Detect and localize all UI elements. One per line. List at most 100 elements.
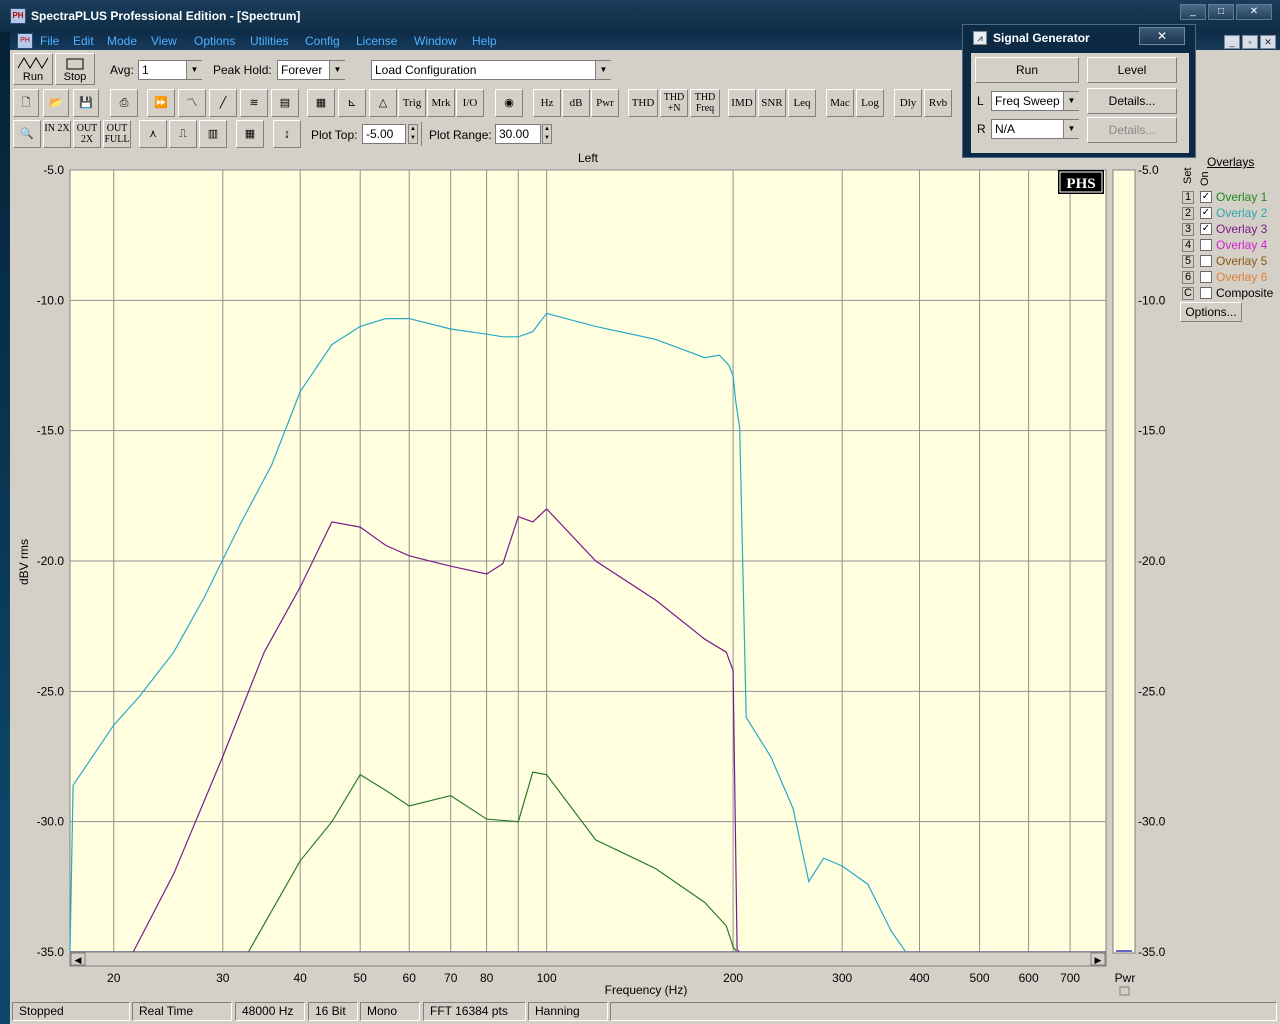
y-tick-label-right: -5.0 bbox=[1138, 163, 1159, 177]
overlay-checkbox[interactable]: ✓ bbox=[1200, 207, 1212, 219]
channel-label: Left bbox=[578, 151, 599, 165]
generator-run-button[interactable]: Run bbox=[975, 57, 1079, 83]
menu-help[interactable]: Help bbox=[472, 34, 497, 48]
mdi-restore-button[interactable]: ▫ bbox=[1242, 35, 1258, 49]
fast-forward-icon-button[interactable]: ⏩ bbox=[147, 89, 175, 117]
vertical-range-button[interactable]: ↨ bbox=[273, 120, 301, 148]
overlay-set-button[interactable]: 3 bbox=[1182, 223, 1194, 236]
menu-license[interactable]: License bbox=[356, 34, 397, 48]
menu-mode[interactable]: Mode bbox=[107, 34, 137, 48]
overlays-header[interactable]: Overlays bbox=[1207, 155, 1254, 169]
thd-n-button[interactable]: THD +N bbox=[660, 89, 688, 117]
x-tick-label: 40 bbox=[293, 971, 307, 985]
plot-top-input[interactable]: -5.00 bbox=[362, 124, 406, 144]
dly-button[interactable]: Dly bbox=[894, 89, 922, 117]
waveform-mode-button[interactable]: 〽 bbox=[178, 89, 206, 117]
plot-range-input[interactable]: 30.00 bbox=[495, 124, 541, 144]
line-mode-button[interactable]: ╱ bbox=[209, 89, 237, 117]
load-configuration-select[interactable]: Load Configuration ▼ bbox=[371, 60, 611, 80]
left-generator-select[interactable]: Freq Sweep ▼ bbox=[991, 91, 1079, 111]
mac-button[interactable]: Mac bbox=[826, 89, 854, 117]
print-button[interactable]: ⎙ bbox=[110, 89, 138, 117]
overlay-checkbox[interactable] bbox=[1200, 271, 1212, 283]
zoom-magnifier-button[interactable]: 🔍 bbox=[13, 120, 41, 148]
peak-hold-select[interactable]: Forever ▼ bbox=[277, 60, 345, 80]
overlay-set-button[interactable]: C bbox=[1182, 287, 1194, 300]
bar-shape-button[interactable]: ▥ bbox=[199, 120, 227, 148]
signal-generator-window: ⩘ Signal Generator ✕ Run Level L Freq Sw… bbox=[962, 24, 1196, 158]
hz-button[interactable]: Hz bbox=[533, 89, 561, 117]
overlay-set-button[interactable]: 2 bbox=[1182, 207, 1194, 220]
imd-button[interactable]: IMD bbox=[728, 89, 756, 117]
settings-panel-button[interactable]: ▦ bbox=[307, 89, 335, 117]
peak-shape-button[interactable]: ⋏ bbox=[139, 120, 167, 148]
rvb-button[interactable]: Rvb bbox=[924, 89, 952, 117]
thd-freq-button[interactable]: THD Freq bbox=[690, 89, 720, 117]
toolbar-divider bbox=[421, 122, 422, 146]
log-button[interactable]: Log bbox=[856, 89, 884, 117]
y-tick-label-right: -30.0 bbox=[1138, 815, 1166, 829]
minimize-button[interactable]: _ bbox=[1180, 4, 1206, 20]
y-tick-label: -30.0 bbox=[37, 815, 65, 829]
close-button[interactable]: ✕ bbox=[1236, 4, 1272, 20]
spectrum-plot[interactable]: Left -5.0-10.0-15.0-20.0-25.0-30.0-35.0 … bbox=[10, 150, 1280, 1000]
new-file-button[interactable]: 🗋 bbox=[13, 89, 39, 117]
trig-button[interactable]: Trig bbox=[398, 89, 426, 117]
menu-view[interactable]: View bbox=[151, 34, 177, 48]
left-details-button[interactable]: Details... bbox=[1087, 88, 1177, 114]
menu-config[interactable]: Config bbox=[305, 34, 340, 48]
maximize-button[interactable]: □ bbox=[1208, 4, 1234, 20]
overlay-options-button[interactable]: Options... bbox=[1180, 302, 1242, 322]
pwr-button[interactable]: Pwr bbox=[591, 89, 619, 117]
panel-settings-button[interactable]: ▦ bbox=[236, 120, 264, 148]
spectrogram-mode-button[interactable]: ▤ bbox=[271, 89, 299, 117]
leq-button[interactable]: Leq bbox=[788, 89, 816, 117]
db-button[interactable]: dB bbox=[562, 89, 590, 117]
overlay-set-button[interactable]: 4 bbox=[1182, 239, 1194, 252]
zoom-in-2x-button[interactable]: IN 2X bbox=[43, 120, 71, 148]
overlay-checkbox[interactable] bbox=[1200, 239, 1212, 251]
mrk-button[interactable]: Mrk bbox=[427, 89, 455, 117]
plot-top-spinner[interactable]: ▲ ▼ bbox=[408, 124, 418, 144]
plot-range-spinner[interactable]: ▲ ▼ bbox=[542, 124, 552, 144]
x-tick-label: 50 bbox=[354, 971, 368, 985]
overlay-set-button[interactable]: 1 bbox=[1182, 191, 1194, 204]
generator-icon-button[interactable]: ◉ bbox=[495, 89, 523, 117]
open-folder-button[interactable]: 📂 bbox=[43, 89, 69, 117]
right-generator-select[interactable]: N/A ▼ bbox=[991, 119, 1079, 139]
menu-options[interactable]: Options bbox=[194, 34, 235, 48]
zoom-out-full-button[interactable]: OUT FULL bbox=[103, 120, 131, 148]
overlay-checkbox[interactable] bbox=[1200, 287, 1212, 299]
menu-file[interactable]: File bbox=[40, 34, 59, 48]
signal-generator-close-button[interactable]: ✕ bbox=[1139, 27, 1185, 45]
waterfall-mode-button[interactable]: ≋ bbox=[240, 89, 268, 117]
triangle-button[interactable]: △ bbox=[369, 89, 397, 117]
io-button[interactable]: I/O bbox=[456, 89, 484, 117]
overlay-checkbox[interactable]: ✓ bbox=[1200, 191, 1212, 203]
stop-button[interactable]: Stop bbox=[55, 53, 95, 85]
snr-button[interactable]: SNR bbox=[758, 89, 786, 117]
power-meter bbox=[1112, 169, 1136, 954]
avg-select[interactable]: 1 ▼ bbox=[138, 60, 202, 80]
menu-utilities[interactable]: Utilities bbox=[250, 34, 289, 48]
overlay-set-button[interactable]: 5 bbox=[1182, 255, 1194, 268]
status-bar: Stopped Real Time 48000 Hz 16 Bit Mono F… bbox=[10, 1000, 1280, 1024]
thd-button[interactable]: THD bbox=[628, 89, 658, 117]
menu-edit[interactable]: Edit bbox=[73, 34, 94, 48]
mdi-minimize-button[interactable]: _ bbox=[1224, 35, 1240, 49]
zoom-out-2x-button[interactable]: OUT 2X bbox=[73, 120, 101, 148]
generator-level-button[interactable]: Level bbox=[1087, 57, 1177, 83]
mdi-close-button[interactable]: ✕ bbox=[1260, 35, 1276, 49]
step-shape-button[interactable]: ⎍ bbox=[169, 120, 197, 148]
overlay-checkbox[interactable] bbox=[1200, 255, 1212, 267]
save-disk-button[interactable]: 💾 bbox=[73, 89, 99, 117]
pwr-collapse-button[interactable] bbox=[1119, 986, 1130, 996]
svg-text:PHS: PHS bbox=[1066, 176, 1095, 192]
overlay-set-button[interactable]: 6 bbox=[1182, 271, 1194, 284]
run-button[interactable]: Run bbox=[13, 53, 53, 85]
overlay-checkbox[interactable]: ✓ bbox=[1200, 223, 1212, 235]
horizontal-scrollbar[interactable]: ◀ ▶ bbox=[69, 951, 1107, 967]
document-icon[interactable]: PH bbox=[17, 33, 33, 49]
menu-window[interactable]: Window bbox=[414, 34, 457, 48]
axis-button[interactable]: ⊾ bbox=[338, 89, 366, 117]
